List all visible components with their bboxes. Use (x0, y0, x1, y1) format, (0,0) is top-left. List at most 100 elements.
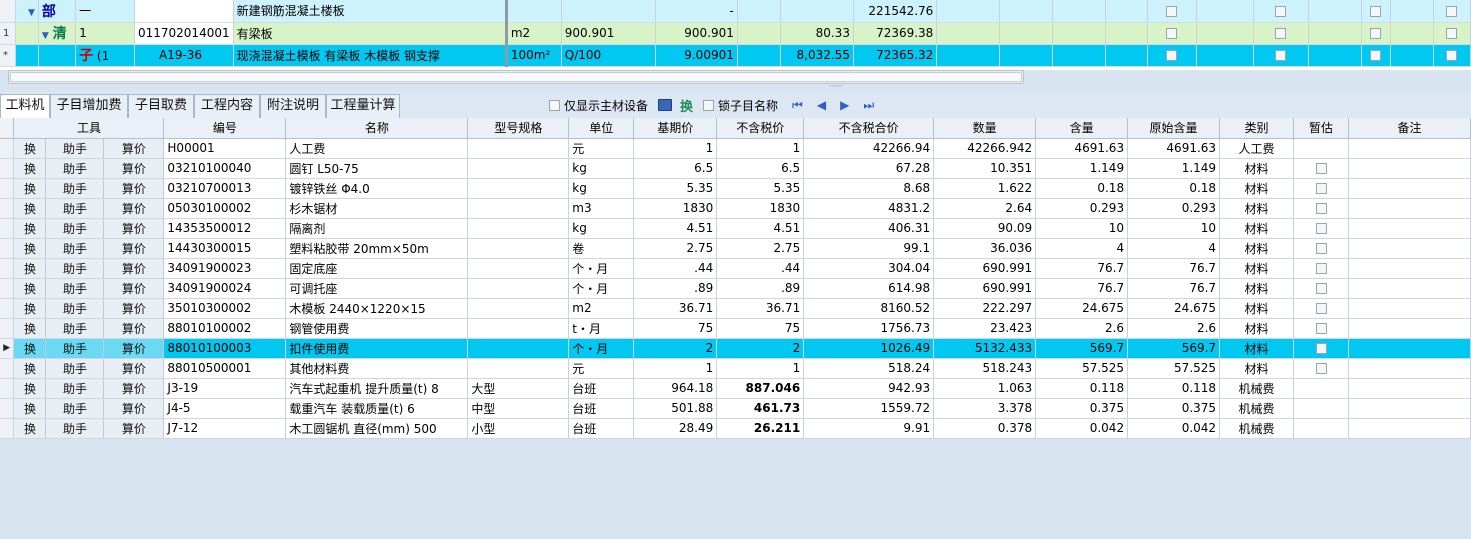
cell-remark[interactable] (1348, 238, 1471, 259)
cell-content[interactable]: 569.7 (1035, 338, 1129, 359)
row-qty-expr[interactable] (561, 0, 657, 23)
cell-content[interactable]: 0.293 (1035, 198, 1129, 219)
estimate-checkbox[interactable] (1315, 363, 1327, 374)
calc-price-button[interactable]: 算价 (103, 258, 165, 279)
cell-category[interactable]: 材料 (1219, 338, 1295, 359)
table-row[interactable]: 换助手 算价 J4-5 载重汽车 装载质量(t) 6 中型 台班 501.88 461.73 1… (0, 398, 1471, 419)
row-qty-expr[interactable]: 900.901 (561, 22, 657, 45)
cell-base-price[interactable]: 6.5 (633, 158, 718, 179)
cell-spec[interactable] (467, 138, 570, 159)
cell-price[interactable]: 36.71 (716, 298, 805, 319)
cell-category[interactable]: 人工费 (1219, 138, 1295, 159)
assistant-button[interactable]: 助手 (45, 278, 105, 299)
cell-remark[interactable] (1348, 298, 1471, 319)
row-checkbox[interactable] (1253, 44, 1309, 67)
upper-row-zi[interactable]: * 子 (1 A19-36 现浇混凝土模板 有梁板 木模板 钢支撑 100m² … (0, 44, 1471, 67)
cell-remark[interactable] (1348, 258, 1471, 279)
cell-spec[interactable] (467, 278, 570, 299)
replace-button[interactable]: 换 (13, 398, 47, 419)
cell-content[interactable]: 24.675 (1035, 298, 1129, 319)
splitter-handle[interactable]: ····· (826, 83, 846, 92)
estimate-checkbox[interactable] (1315, 343, 1327, 354)
row-qty[interactable]: - (655, 0, 738, 23)
checkbox[interactable] (1275, 28, 1287, 39)
cell-remark[interactable] (1348, 378, 1471, 399)
cell-remark[interactable] (1348, 278, 1471, 299)
replace-button[interactable]: 换 (13, 298, 47, 319)
cell-price[interactable]: 26.211 (716, 418, 805, 439)
replace-button[interactable]: 换 (13, 138, 47, 159)
tab-work-content[interactable]: 工程内容 (194, 94, 260, 118)
cell-content[interactable]: 57.525 (1035, 358, 1129, 379)
cell-category[interactable]: 机械费 (1219, 378, 1295, 399)
calc-price-button[interactable]: 算价 (103, 378, 165, 399)
row-checkbox[interactable] (1361, 22, 1391, 45)
replace-button[interactable]: 换 (13, 178, 47, 199)
cell-price[interactable]: 75 (716, 318, 805, 339)
cell-spec[interactable] (467, 218, 570, 239)
row-qty[interactable]: 900.901 (655, 22, 738, 45)
checkbox[interactable] (1446, 5, 1458, 17)
tab-fee-rates[interactable]: 子目取费 (128, 94, 194, 118)
cell-content[interactable]: 76.7 (1035, 278, 1129, 299)
row-code[interactable]: A19-36 (134, 44, 234, 67)
row-code[interactable] (134, 0, 234, 23)
checkbox[interactable] (1166, 50, 1178, 61)
collapse-toggle[interactable]: ▼ (15, 0, 39, 23)
checkbox[interactable] (1370, 50, 1382, 61)
cell-name[interactable]: 圆钉 L50-75 (285, 158, 469, 179)
cell-category[interactable]: 材料 (1219, 178, 1295, 199)
replace-button[interactable]: 换 (13, 258, 47, 279)
cell-spec[interactable] (467, 198, 570, 219)
row-seq[interactable]: (1 (97, 49, 109, 63)
cell-base-price[interactable]: .44 (633, 258, 718, 279)
row-checkbox[interactable] (1147, 22, 1198, 45)
cell-base-price[interactable]: 28.49 (633, 418, 718, 439)
cell-spec[interactable] (467, 238, 570, 259)
replace-button[interactable]: 换 (13, 378, 47, 399)
nav-prev-icon[interactable]: ◀ (817, 98, 826, 112)
row-checkbox[interactable] (1361, 44, 1391, 67)
assistant-button[interactable]: 助手 (45, 338, 105, 359)
cell-price[interactable]: 4.51 (716, 218, 805, 239)
cell-price[interactable]: 461.73 (716, 398, 805, 419)
cell-category[interactable]: 材料 (1219, 158, 1295, 179)
header-price[interactable]: 不含税价 (716, 118, 805, 139)
cell-code[interactable]: J7-12 (163, 418, 287, 439)
cell-unit[interactable]: kg (568, 158, 635, 179)
cell-estimate[interactable] (1293, 198, 1349, 219)
cell-unit[interactable]: 卷 (568, 238, 635, 259)
cell-spec[interactable] (467, 298, 570, 319)
calc-price-button[interactable]: 算价 (103, 138, 165, 159)
cell-base-price[interactable]: 1830 (633, 198, 718, 219)
lock-name-label[interactable]: 锁子目名称 (718, 97, 778, 114)
row-unit[interactable]: m2 (506, 22, 562, 45)
checkbox[interactable] (1446, 28, 1458, 39)
cell-code[interactable]: J3-19 (163, 378, 287, 399)
tab-quantity-calc[interactable]: 工程量计算 (326, 94, 400, 118)
cell-estimate[interactable] (1293, 158, 1349, 179)
cell-remark[interactable] (1348, 338, 1471, 359)
row-unit[interactable]: 100m² (506, 44, 562, 67)
cell-content[interactable]: 76.7 (1035, 258, 1129, 279)
cell-remark[interactable] (1348, 218, 1471, 239)
cell-price[interactable]: 1 (716, 138, 805, 159)
horizontal-scrollbar[interactable] (8, 70, 1024, 84)
cell-price[interactable]: .89 (716, 278, 805, 299)
estimate-checkbox[interactable] (1315, 183, 1327, 194)
nav-next-icon[interactable]: ▶ (840, 98, 849, 112)
cell-category[interactable]: 材料 (1219, 238, 1295, 259)
cell-code[interactable]: 88010100002 (163, 318, 287, 339)
estimate-checkbox[interactable] (1315, 283, 1327, 294)
cell-name[interactable]: 杉木锯材 (285, 198, 469, 219)
assistant-button[interactable]: 助手 (45, 378, 105, 399)
calc-price-button[interactable]: 算价 (103, 398, 165, 419)
table-row[interactable]: 换助手 算价 88010500001 其他材料费元 1 1 518.24 518.243 57.… (0, 358, 1471, 379)
replace-button[interactable]: 换 (13, 318, 47, 339)
assistant-button[interactable]: 助手 (45, 418, 105, 439)
cell-price[interactable]: 6.5 (716, 158, 805, 179)
cell-base-price[interactable]: 1 (633, 138, 718, 159)
table-row[interactable]: 换助手 算价 14430300015 塑料粘胶带 20mm×50m 卷 2.75 2.75 9… (0, 238, 1471, 259)
cell-code[interactable]: 34091900024 (163, 278, 287, 299)
cell-estimate[interactable] (1293, 218, 1349, 239)
